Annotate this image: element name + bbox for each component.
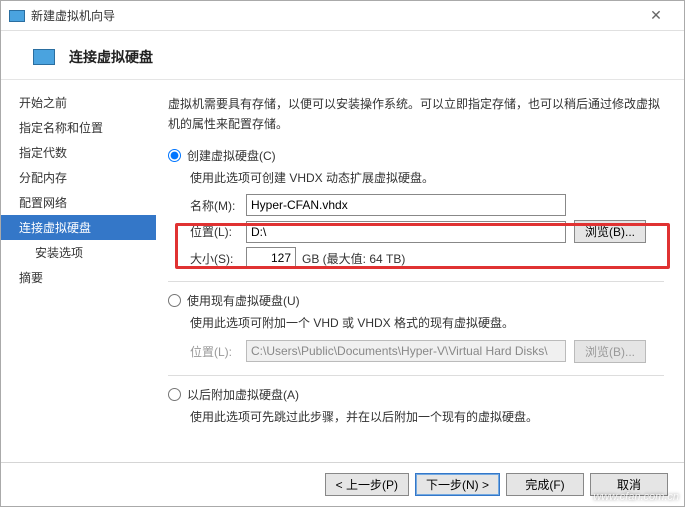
attach-later-hint: 使用此选项可先跳过此步骤，并在以后附加一个现有的虚拟硬盘。: [190, 407, 664, 427]
existing-location-input: [246, 340, 566, 362]
name-input[interactable]: [246, 194, 566, 216]
prev-button[interactable]: < 上一步(P): [325, 473, 409, 496]
step-generation[interactable]: 指定代数: [1, 140, 156, 165]
radio-attach-later-label: 以后附加虚拟硬盘(A): [187, 386, 299, 403]
location-label: 位置(L):: [190, 223, 246, 240]
radio-existing-vhd-label: 使用现有虚拟硬盘(U): [187, 292, 300, 309]
radio-create-vhd-input[interactable]: [168, 149, 181, 162]
location-field-row: 位置(L): 浏览(B)...: [190, 220, 664, 243]
radio-attach-later[interactable]: 以后附加虚拟硬盘(A): [168, 386, 664, 403]
divider: [168, 281, 664, 282]
size-input[interactable]: [246, 247, 296, 269]
wizard-window: 新建虚拟机向导 ✕ 连接虚拟硬盘 开始之前 指定名称和位置 指定代数 分配内存 …: [0, 0, 685, 507]
create-vhd-hint: 使用此选项可创建 VHDX 动态扩展虚拟硬盘。: [190, 168, 664, 188]
sidebar: 开始之前 指定名称和位置 指定代数 分配内存 配置网络 连接虚拟硬盘 安装选项 …: [1, 80, 156, 462]
step-network[interactable]: 配置网络: [1, 190, 156, 215]
footer: < 上一步(P) 下一步(N) > 完成(F) 取消: [1, 462, 684, 506]
header-icon: [33, 49, 55, 65]
radio-existing-vhd[interactable]: 使用现有虚拟硬盘(U): [168, 292, 664, 309]
content-pane: 虚拟机需要具有存储，以便可以安装操作系统。可以立即指定存储，也可以稍后通过修改虚…: [156, 80, 684, 462]
titlebar: 新建虚拟机向导 ✕: [1, 1, 684, 31]
page-description: 虚拟机需要具有存储，以便可以安装操作系统。可以立即指定存储，也可以稍后通过修改虚…: [168, 94, 664, 135]
step-summary[interactable]: 摘要: [1, 265, 156, 290]
window-title: 新建虚拟机向导: [31, 7, 636, 24]
step-connect-vhd[interactable]: 连接虚拟硬盘: [1, 215, 156, 240]
radio-attach-later-input[interactable]: [168, 388, 181, 401]
existing-location-row: 位置(L): 浏览(B)...: [190, 340, 664, 363]
page-title: 连接虚拟硬盘: [69, 47, 153, 67]
step-name-location[interactable]: 指定名称和位置: [1, 115, 156, 140]
browse-button[interactable]: 浏览(B)...: [574, 220, 646, 243]
name-label: 名称(M):: [190, 197, 246, 214]
existing-browse-button: 浏览(B)...: [574, 340, 646, 363]
size-label: 大小(S):: [190, 250, 246, 267]
cancel-button[interactable]: 取消: [590, 473, 668, 496]
close-icon[interactable]: ✕: [636, 7, 676, 24]
size-suffix: GB (最大值: 64 TB): [302, 250, 405, 267]
divider-2: [168, 375, 664, 376]
existing-location-label: 位置(L):: [190, 343, 246, 360]
location-input[interactable]: [246, 221, 566, 243]
step-memory[interactable]: 分配内存: [1, 165, 156, 190]
size-field-row: 大小(S): GB (最大值: 64 TB): [190, 247, 664, 269]
existing-vhd-hint: 使用此选项可附加一个 VHD 或 VHDX 格式的现有虚拟硬盘。: [190, 313, 664, 333]
finish-button[interactable]: 完成(F): [506, 473, 584, 496]
wizard-body: 开始之前 指定名称和位置 指定代数 分配内存 配置网络 连接虚拟硬盘 安装选项 …: [1, 80, 684, 462]
radio-create-vhd[interactable]: 创建虚拟硬盘(C): [168, 147, 664, 164]
next-button[interactable]: 下一步(N) >: [415, 473, 500, 496]
wizard-header: 连接虚拟硬盘: [1, 31, 684, 80]
app-icon: [9, 10, 25, 22]
radio-existing-vhd-input[interactable]: [168, 294, 181, 307]
step-before-begin[interactable]: 开始之前: [1, 90, 156, 115]
name-field-row: 名称(M):: [190, 194, 664, 216]
step-install-options[interactable]: 安装选项: [1, 240, 156, 265]
radio-create-vhd-label: 创建虚拟硬盘(C): [187, 147, 276, 164]
